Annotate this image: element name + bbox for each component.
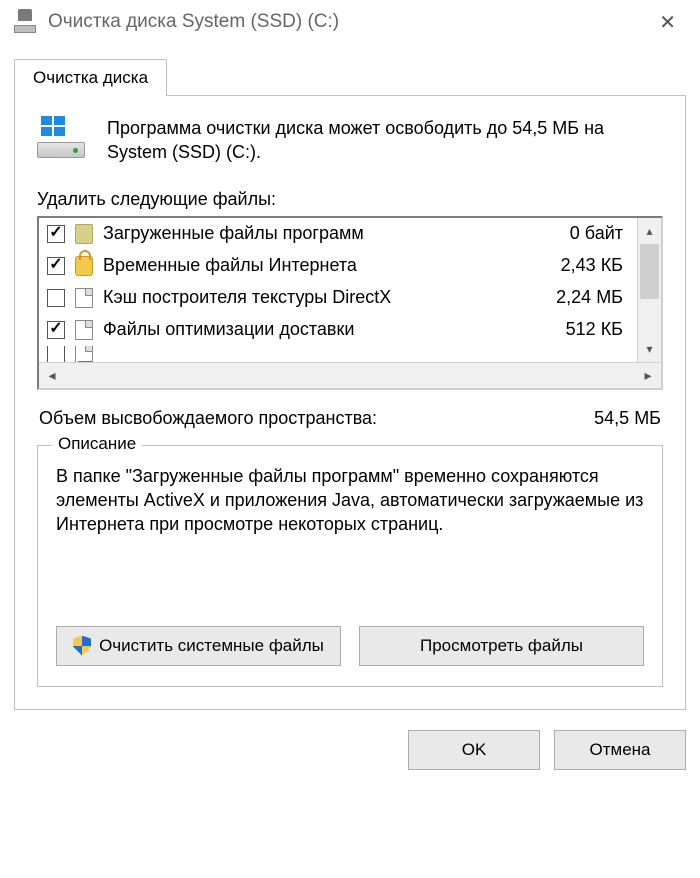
description-group: Описание В папке "Загруженные файлы прог… xyxy=(37,445,663,687)
file-row[interactable] xyxy=(39,346,637,362)
cancel-label: Отмена xyxy=(590,740,651,760)
checkbox[interactable] xyxy=(47,289,65,307)
file-icon xyxy=(75,320,93,340)
checkbox[interactable] xyxy=(47,321,65,339)
horizontal-scrollbar[interactable]: ◂ ▸ xyxy=(39,362,661,388)
intro-row: Программа очистки диска может освободить… xyxy=(37,116,663,165)
window-title: Очистка диска System (SSD) (C:) xyxy=(48,11,649,33)
file-size: 2,43 КБ xyxy=(549,255,629,276)
file-icon xyxy=(75,346,93,362)
app-icon xyxy=(14,11,36,33)
shield-icon xyxy=(73,636,91,656)
tab-label: Очистка диска xyxy=(33,68,148,87)
intro-text: Программа очистки диска может освободить… xyxy=(107,116,663,165)
total-label: Объем высвобождаемого пространства: xyxy=(39,408,377,429)
file-name: Загруженные файлы программ xyxy=(103,223,549,244)
scroll-track[interactable] xyxy=(638,244,661,336)
file-row[interactable]: Кэш построителя текстуры DirectX2,24 МБ xyxy=(39,282,637,314)
close-icon[interactable]: ✕ xyxy=(649,6,686,39)
files-list[interactable]: Загруженные файлы программ0 байтВременны… xyxy=(37,216,663,390)
file-icon xyxy=(75,288,93,308)
dialog-buttons: OK Отмена xyxy=(14,730,686,770)
clean-system-files-button[interactable]: Очистить системные файлы xyxy=(56,626,341,666)
folder-icon xyxy=(75,224,93,244)
file-size: 2,24 МБ xyxy=(549,287,629,308)
cancel-button[interactable]: Отмена xyxy=(554,730,686,770)
drive-icon xyxy=(37,116,85,158)
tab-panel: Программа очистки диска может освободить… xyxy=(14,95,686,710)
clean-system-files-label: Очистить системные файлы xyxy=(99,636,324,656)
file-row[interactable]: Временные файлы Интернета2,43 КБ xyxy=(39,250,637,282)
file-name: Файлы оптимизации доставки xyxy=(103,319,549,340)
scroll-thumb[interactable] xyxy=(640,244,659,299)
scroll-left-icon[interactable]: ◂ xyxy=(39,367,65,384)
tab-strip: Очистка диска xyxy=(14,54,686,96)
file-row[interactable]: Загруженные файлы программ0 байт xyxy=(39,218,637,250)
file-size: 512 КБ xyxy=(549,319,629,340)
checkbox[interactable] xyxy=(47,346,65,362)
ok-button[interactable]: OK xyxy=(408,730,540,770)
scroll-up-icon[interactable]: ▴ xyxy=(638,218,661,244)
title-bar: Очистка диска System (SSD) (C:) ✕ xyxy=(0,0,700,44)
view-files-button[interactable]: Просмотреть файлы xyxy=(359,626,644,666)
view-files-label: Просмотреть файлы xyxy=(420,636,583,656)
description-text: В папке "Загруженные файлы программ" вре… xyxy=(56,464,644,604)
ok-label: OK xyxy=(462,740,487,760)
file-name: Временные файлы Интернета xyxy=(103,255,549,276)
checkbox[interactable] xyxy=(47,225,65,243)
files-list-label: Удалить следующие файлы: xyxy=(37,189,663,210)
file-size: 0 байт xyxy=(549,223,629,244)
tab-disk-cleanup[interactable]: Очистка диска xyxy=(14,59,167,96)
total-row: Объем высвобождаемого пространства: 54,5… xyxy=(39,408,661,429)
scroll-right-icon[interactable]: ▸ xyxy=(635,367,661,384)
description-legend: Описание xyxy=(52,434,142,454)
total-value: 54,5 МБ xyxy=(594,408,661,429)
scroll-down-icon[interactable]: ▾ xyxy=(638,336,661,362)
lock-icon xyxy=(75,256,93,276)
checkbox[interactable] xyxy=(47,257,65,275)
vertical-scrollbar[interactable]: ▴ ▾ xyxy=(637,218,661,362)
file-name: Кэш построителя текстуры DirectX xyxy=(103,287,549,308)
hscroll-track[interactable] xyxy=(65,363,635,388)
file-row[interactable]: Файлы оптимизации доставки512 КБ xyxy=(39,314,637,346)
